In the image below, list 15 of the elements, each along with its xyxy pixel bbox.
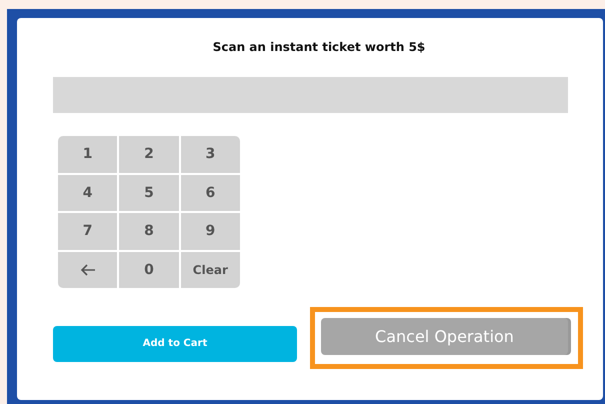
ticket-input-field[interactable]: [53, 77, 568, 113]
backspace-key[interactable]: [58, 252, 118, 288]
digit-key[interactable]: 3: [180, 136, 240, 172]
dialog-title: Scan an instant ticket worth 5$: [212, 40, 426, 56]
digit-key[interactable]: 1: [58, 136, 118, 172]
clear-key[interactable]: Clear: [180, 252, 240, 288]
digit-key[interactable]: 4: [58, 174, 118, 211]
digit-key[interactable]: 9: [180, 213, 240, 250]
left-arrow-icon: [80, 264, 96, 276]
digit-key[interactable]: 6: [180, 174, 240, 211]
digit-key[interactable]: 2: [119, 136, 179, 172]
digit-key[interactable]: 7: [58, 213, 118, 250]
digit-key[interactable]: 0: [119, 252, 179, 288]
digit-key[interactable]: 5: [119, 174, 179, 211]
digit-key[interactable]: 8: [119, 213, 179, 250]
